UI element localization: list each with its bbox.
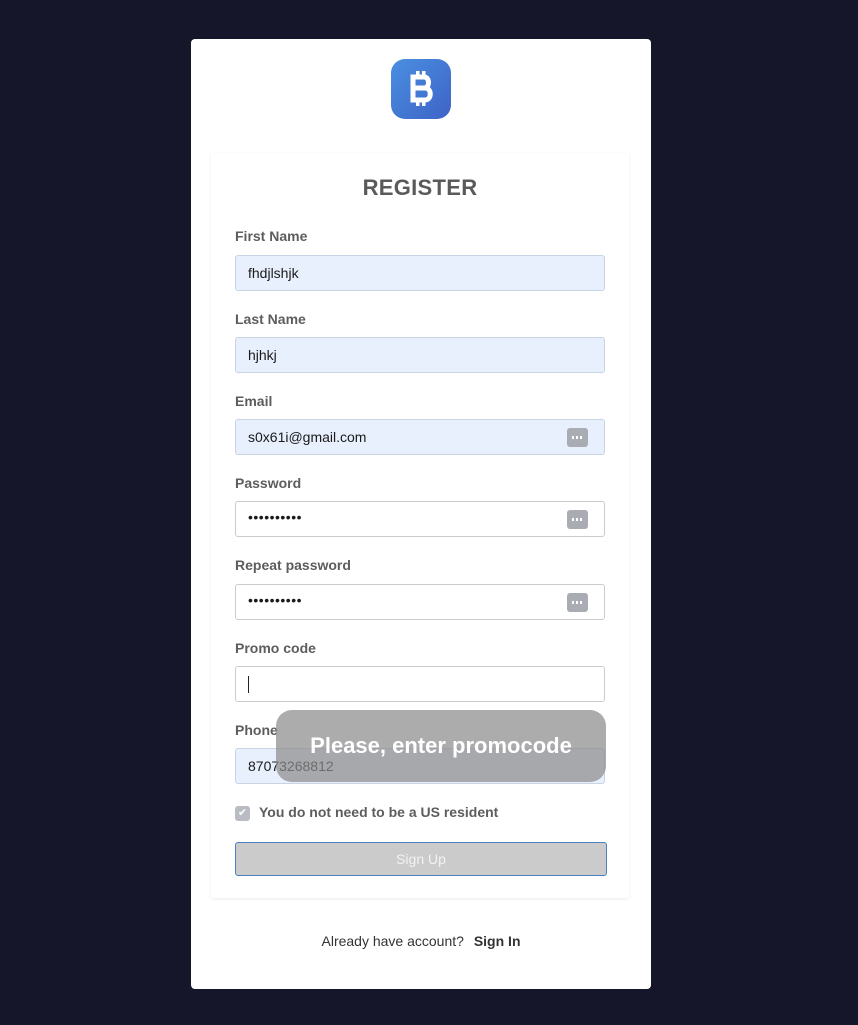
promo-code-input[interactable] (235, 666, 605, 702)
password-input[interactable]: •••••••••• (235, 501, 605, 537)
repeat-password-value: •••••••••• (248, 592, 303, 608)
sign-up-button[interactable]: Sign Up (235, 842, 607, 876)
footer: Already have account? Sign In (191, 933, 651, 949)
register-form: REGISTER First Name fhdjlshjk Last Name … (211, 153, 629, 898)
us-resident-checkbox[interactable]: ✔ (235, 806, 250, 821)
password-manager-icon[interactable] (567, 428, 588, 447)
last-name-label: Last Name (235, 311, 306, 327)
repeat-password-input[interactable]: •••••••••• (235, 584, 605, 620)
checkmark-icon: ✔ (237, 807, 248, 819)
first-name-input[interactable]: fhdjlshjk (235, 255, 605, 291)
promo-code-label: Promo code (235, 640, 316, 656)
promocode-toast: Please, enter promocode (276, 710, 606, 782)
phone-label: Phone (235, 722, 278, 738)
last-name-input[interactable]: hjhkj (235, 337, 605, 373)
sign-in-link[interactable]: Sign In (474, 933, 521, 949)
repeat-password-label: Repeat password (235, 557, 351, 573)
password-label: Password (235, 475, 302, 491)
text-caret (248, 676, 249, 693)
us-resident-label[interactable]: You do not need to be a US resident (259, 804, 498, 820)
password-manager-icon[interactable] (567, 510, 588, 529)
form-title: REGISTER (362, 175, 478, 200)
register-card: REGISTER First Name fhdjlshjk Last Name … (191, 39, 651, 989)
email-label: Email (235, 393, 273, 409)
last-name-value: hjhkj (248, 347, 277, 363)
email-value: s0x61i@gmail.com (248, 429, 367, 445)
password-value: •••••••••• (248, 509, 303, 525)
first-name-value: fhdjlshjk (248, 265, 299, 281)
email-input[interactable]: s0x61i@gmail.com (235, 419, 605, 455)
first-name-label: First Name (235, 228, 308, 244)
bitcoin-icon (410, 71, 433, 106)
bitcoin-logo-icon (391, 59, 451, 119)
account-prompt: Already have account? (321, 933, 464, 949)
password-manager-icon[interactable] (567, 593, 588, 612)
